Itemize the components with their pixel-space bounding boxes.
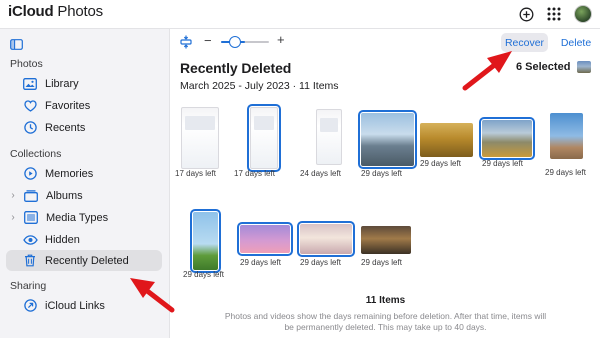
days-left-caption: 29 days left: [545, 168, 586, 177]
sidebar-item-recently-deleted[interactable]: Recently Deleted: [6, 250, 162, 271]
sidebar: Photos Library Favorites Recents Collect…: [0, 29, 170, 338]
clock-icon: [22, 120, 38, 136]
photo-thumbnail[interactable]: [190, 209, 221, 273]
section-collections: Collections: [10, 148, 62, 160]
sidebar-item-label: Albums: [46, 189, 83, 202]
page-subtitle: March 2025 - July 2023 · 11 Items: [180, 80, 339, 92]
library-icon: [22, 76, 38, 92]
days-left-caption: 24 days left: [300, 169, 341, 178]
days-left-caption: 29 days left: [482, 159, 523, 168]
sidebar-item-media-types[interactable]: › Media Types: [6, 207, 162, 228]
sidebar-item-recents[interactable]: Recents: [6, 117, 162, 138]
sidebar-item-label: Library: [45, 77, 79, 90]
sidebar-item-memories[interactable]: Memories: [6, 163, 162, 184]
chevron-right-icon[interactable]: ›: [7, 190, 19, 201]
screenshot-thumbnail[interactable]: [247, 104, 281, 172]
photo-thumbnail[interactable]: [550, 113, 583, 159]
days-left-caption: 17 days left: [234, 169, 275, 178]
chevron-right-icon[interactable]: ›: [7, 212, 19, 223]
days-left-caption: 29 days left: [361, 258, 402, 267]
memories-icon: [22, 166, 38, 182]
zoom-slider-knob[interactable]: [229, 36, 241, 48]
trash-icon: [22, 253, 38, 269]
add-icon[interactable]: [519, 7, 534, 22]
cloud-link-icon: [22, 298, 38, 314]
top-bar: iCloud Photos: [0, 0, 600, 29]
photo-thumbnail[interactable]: [297, 221, 355, 257]
app-title: iCloud Photos: [8, 3, 103, 20]
sidebar-item-hidden[interactable]: Hidden: [6, 229, 162, 250]
zoom-out-button[interactable]: −: [204, 33, 212, 48]
albums-icon: [23, 188, 39, 204]
page-title: Recently Deleted: [180, 60, 292, 76]
apps-grid-icon[interactable]: [547, 7, 561, 21]
photo-thumbnail[interactable]: [361, 226, 411, 254]
footer-item-count: 11 Items: [365, 295, 406, 306]
section-sharing: Sharing: [10, 280, 47, 292]
sidebar-item-label: Media Types: [46, 211, 109, 224]
days-left-caption: 29 days left: [183, 270, 224, 279]
sidebar-item-label: Hidden: [45, 233, 80, 246]
screenshot-content: [320, 118, 338, 132]
days-left-caption: 29 days left: [361, 169, 402, 178]
photo-thumbnail[interactable]: [420, 123, 473, 157]
selected-count: 6 Selected: [516, 61, 571, 73]
zoom-fit-icon[interactable]: [180, 35, 192, 54]
days-left-caption: 17 days left: [175, 169, 216, 178]
screenshot-content: [254, 116, 274, 130]
sidebar-item-label: Recents: [45, 121, 86, 134]
media-types-icon: [23, 210, 39, 226]
sidebar-item-favorites[interactable]: Favorites: [6, 95, 162, 116]
days-left-caption: 29 days left: [300, 258, 341, 267]
sidebar-item-label: Memories: [45, 167, 94, 180]
photo-thumbnail[interactable]: [358, 110, 417, 169]
sidebar-item-albums[interactable]: › Albums: [6, 185, 162, 206]
sidebar-item-library[interactable]: Library: [6, 73, 162, 94]
main-content: − + Recover Delete Recently Deleted Marc…: [171, 29, 600, 338]
app-title-brand: iCloud: [8, 3, 54, 20]
screenshot-thumbnail[interactable]: [316, 109, 342, 165]
recover-button[interactable]: Recover: [501, 33, 548, 52]
eye-icon: [22, 232, 38, 248]
delete-button[interactable]: Delete: [557, 33, 595, 52]
zoom-in-button[interactable]: +: [277, 32, 285, 47]
days-left-caption: 29 days left: [240, 258, 281, 267]
days-left-caption: 29 days left: [420, 159, 461, 168]
section-photos: Photos: [10, 58, 43, 70]
heart-icon: [22, 98, 38, 114]
sidebar-item-label: Favorites: [45, 99, 91, 112]
photo-thumbnail[interactable]: [479, 117, 535, 160]
sidebar-item-label: iCloud Links: [45, 299, 105, 312]
sidebar-item-icloud-links[interactable]: iCloud Links: [6, 295, 162, 316]
avatar[interactable]: [574, 5, 592, 23]
screenshot-content: [185, 116, 215, 130]
screenshot-thumbnail[interactable]: [181, 107, 219, 169]
footer-note: Photos and videos show the days remainin…: [224, 311, 547, 332]
selected-preview-thumbnail: [577, 61, 591, 73]
photo-thumbnail[interactable]: [237, 222, 293, 256]
sidebar-item-label: Recently Deleted: [45, 254, 129, 267]
app-title-product: Photos: [53, 3, 103, 20]
sidebar-toggle-icon[interactable]: [10, 37, 23, 55]
